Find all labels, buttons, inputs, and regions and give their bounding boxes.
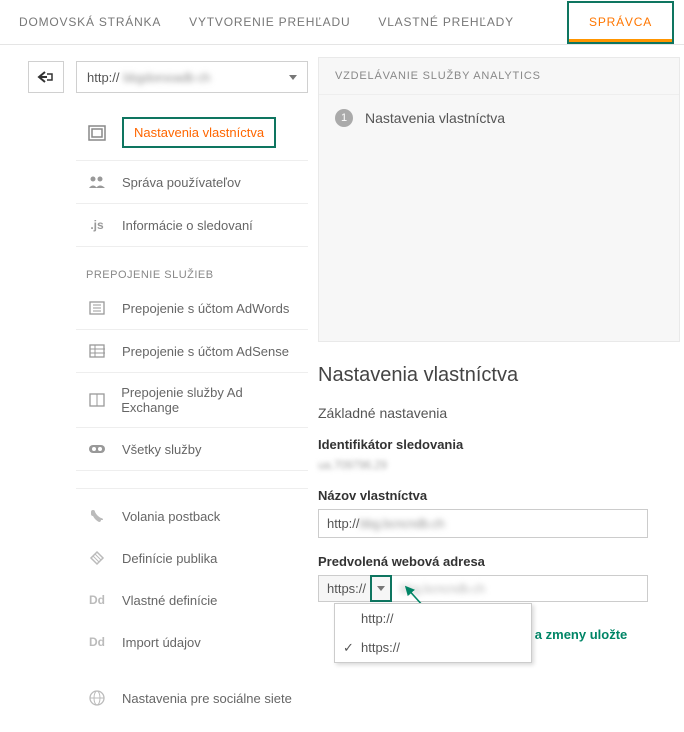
tracking-id-value: ua.709796.29	[318, 458, 680, 472]
property-name-blur: bbg.bcncndb.ch	[360, 516, 445, 531]
property-select-prefix: http://	[87, 70, 120, 85]
sidebar-item-custom-def[interactable]: Dd Vlastné definície	[76, 579, 308, 621]
phone-icon	[86, 507, 108, 525]
property-name-prefix: http://	[327, 516, 360, 531]
breadcrumb-head: VZDELÁVANIE SLUŽBY ANALYTICS	[319, 58, 679, 95]
doc-lines-icon	[86, 299, 108, 317]
dropdown-option-http[interactable]: http://	[335, 604, 531, 633]
nav-admin[interactable]: SPRÁVCA	[569, 3, 672, 41]
default-url-row: https:// bbg.bcncndb.ch http:// https://…	[318, 575, 648, 602]
sidebar-label-custom-def: Vlastné definície	[122, 593, 217, 608]
caret-down-icon	[289, 75, 297, 80]
link-icon	[86, 440, 108, 458]
content-panel: VZDELÁVANIE SLUŽBY ANALYTICS 1 Nastaveni…	[318, 57, 684, 719]
target-icon	[86, 549, 108, 567]
sidebar-label-property-settings: Nastavenia vlastníctva	[122, 117, 276, 148]
globe-icon	[86, 689, 108, 707]
url-scheme-select-text: https://	[318, 575, 370, 602]
breadcrumb-step-label: Nastavenia vlastníctva	[365, 110, 505, 126]
url-scheme-dropdown: http:// https://	[334, 603, 532, 663]
settings-frame-icon	[86, 124, 108, 142]
sidebar-item-tracking-info[interactable]: .js Informácie o sledovaní	[76, 204, 308, 247]
sidebar-label-audience-def: Definície publika	[122, 551, 217, 566]
sidebar-item-audience-def[interactable]: Definície publika	[76, 537, 308, 579]
users-icon	[86, 173, 108, 191]
sidebar: http:// bbgdorooadb ch Nastavenia vlastn…	[70, 57, 308, 719]
sidebar-label-all-products: Všetky služby	[122, 442, 201, 457]
default-url-label: Predvolená webová adresa	[318, 554, 680, 569]
nav-custom[interactable]: VLASTNÉ PREHĽADY	[364, 1, 528, 43]
sidebar-item-postbacks[interactable]: Volania postback	[76, 495, 308, 537]
top-nav: DOMOVSKÁ STRÁNKA VYTVORENIE PREHĽADU VLA…	[0, 0, 684, 45]
caret-down-icon	[377, 586, 385, 591]
sidebar-label-adexchange: Prepojenie služby Ad Exchange	[121, 385, 298, 415]
dropdown-option-https[interactable]: https://	[335, 633, 531, 662]
sidebar-divider	[76, 471, 308, 489]
property-name-label: Názov vlastníctva	[318, 488, 680, 503]
doc-split-icon	[86, 391, 107, 409]
back-button[interactable]	[28, 61, 64, 93]
sidebar-item-social[interactable]: Nastavenia pre sociálne siete	[76, 677, 308, 719]
breadcrumb-step-number: 1	[335, 109, 353, 127]
breadcrumb-step-1[interactable]: 1 Nastavenia vlastníctva	[319, 95, 679, 141]
dd-icon: Dd	[86, 591, 108, 609]
sidebar-label-tracking-info: Informácie o sledovaní	[122, 218, 253, 233]
sidebar-item-data-import[interactable]: Dd Import údajov	[76, 621, 308, 663]
sidebar-label-adwords: Prepojenie s účtom AdWords	[122, 301, 289, 316]
sidebar-item-all-products[interactable]: Všetky služby	[76, 428, 308, 471]
doc-columns-icon	[86, 342, 108, 360]
nav-admin-underline	[569, 39, 672, 42]
sidebar-item-adexchange[interactable]: Prepojenie služby Ad Exchange	[76, 373, 308, 428]
sidebar-label-postbacks: Volania postback	[122, 509, 220, 524]
url-scheme-select-button[interactable]	[370, 575, 392, 602]
tracking-id-label: Identifikátor sledovania	[318, 437, 680, 452]
property-name-input[interactable]: http:// bbg.bcncndb.ch	[318, 509, 648, 538]
panel-title: Nastavenia vlastníctva	[318, 364, 680, 387]
nav-admin-highlight: SPRÁVCA	[567, 1, 674, 44]
sidebar-label-adsense: Prepojenie s účtom AdSense	[122, 344, 289, 359]
property-select[interactable]: http:// bbgdorooadb ch	[76, 61, 308, 93]
dd-icon-2: Dd	[86, 633, 108, 651]
js-icon: .js	[86, 216, 108, 234]
property-select-blur: bbgdorooadb ch	[123, 70, 210, 85]
panel-subtitle: Základné nastavenia	[318, 405, 680, 421]
nav-home[interactable]: DOMOVSKÁ STRÁNKA	[5, 1, 175, 43]
nav-reporting[interactable]: VYTVORENIE PREHĽADU	[175, 1, 364, 43]
sidebar-label-user-management: Správa používateľov	[122, 175, 241, 190]
property-select-text: http:// bbgdorooadb ch	[87, 70, 210, 85]
sidebar-label-social: Nastavenia pre sociálne siete	[122, 691, 292, 706]
sidebar-section-linking: PREPOJENIE SLUŽIEB	[76, 247, 308, 287]
sidebar-item-adsense[interactable]: Prepojenie s účtom AdSense	[76, 330, 308, 373]
breadcrumb-box: VZDELÁVANIE SLUŽBY ANALYTICS 1 Nastaveni…	[318, 57, 680, 342]
sidebar-label-data-import: Import údajov	[122, 635, 201, 650]
sidebar-item-adwords[interactable]: Prepojenie s účtom AdWords	[76, 287, 308, 330]
sidebar-item-property-settings[interactable]: Nastavenia vlastníctva	[76, 105, 308, 161]
sidebar-item-user-management[interactable]: Správa používateľov	[76, 161, 308, 204]
